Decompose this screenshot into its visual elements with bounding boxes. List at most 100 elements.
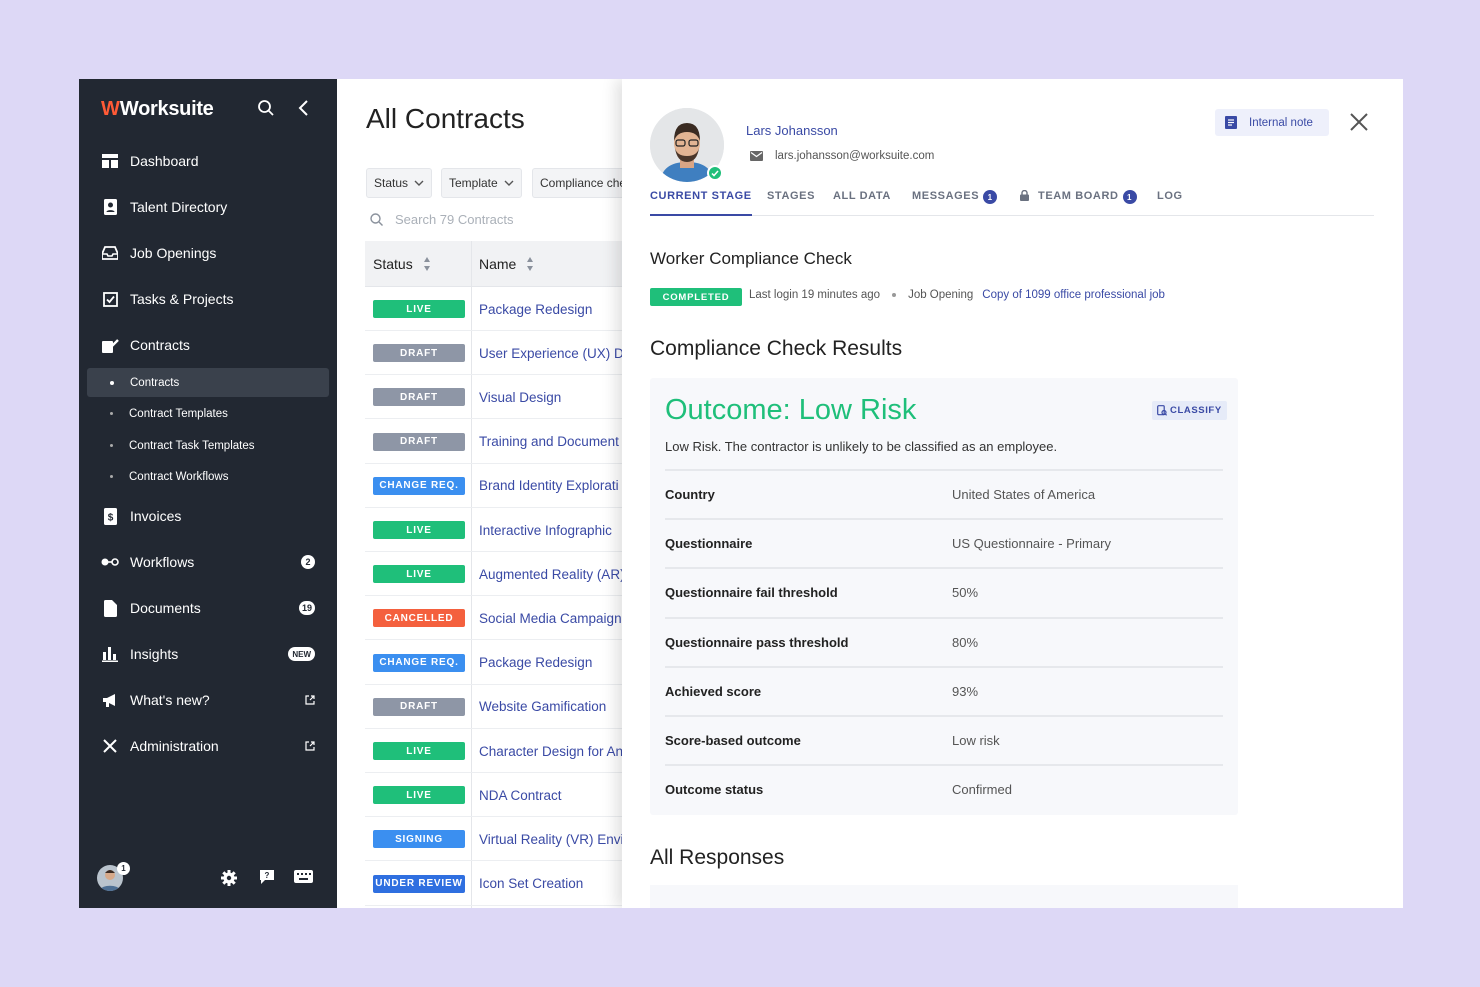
contract-name-link[interactable]: Icon Set Creation	[479, 862, 629, 906]
results-title: Compliance Check Results	[650, 337, 903, 360]
status-filter[interactable]: Status	[366, 168, 433, 198]
sort-icon	[527, 257, 534, 271]
subnav-contract-workflows[interactable]: Contract Workflows	[87, 462, 329, 491]
table-row[interactable]: LIVE Augmented Reality (AR)	[365, 552, 629, 597]
internal-note-button[interactable]: Internal note	[1215, 109, 1329, 136]
tab-label: MESSAGES	[912, 190, 980, 202]
contract-name-link[interactable]: Website Gamification	[479, 685, 629, 729]
verified-check-icon	[707, 165, 723, 181]
nav-documents[interactable]: Documents 19	[101, 596, 315, 620]
external-link-icon	[305, 695, 315, 705]
contract-name-link[interactable]: Augmented Reality (AR)	[479, 552, 629, 596]
count-badge: 1	[1122, 190, 1137, 204]
detail-row: Country United States of America	[665, 469, 1223, 518]
contract-name-link[interactable]: Brand Identity Explorati	[479, 464, 629, 508]
search-icon[interactable]	[257, 99, 275, 117]
nav-job-openings[interactable]: Job Openings	[101, 241, 315, 265]
status-badge: LIVE	[373, 300, 465, 318]
table-row[interactable]: UNDER REVIEW Icon Set Creation	[365, 862, 627, 906]
help-chat-icon[interactable]: ?	[259, 869, 275, 885]
table-row[interactable]: CANCELLED Social Media Campaign	[365, 596, 629, 641]
classify-button[interactable]: CLASSIFY	[1152, 401, 1227, 420]
nav-invoices[interactable]: $ Invoices	[101, 504, 315, 528]
table-row[interactable]: DRAFT Training and Document	[365, 420, 627, 464]
tab-messages[interactable]: MESSAGES 1	[912, 186, 998, 216]
page-title: All Contracts	[366, 103, 525, 134]
nav-contracts[interactable]: Contracts	[101, 333, 315, 357]
outcome-description: Low Risk. The contractor is unlikely to …	[665, 439, 1058, 454]
table-row[interactable]: DRAFT Visual Design	[365, 375, 629, 420]
nav-dashboard[interactable]: Dashboard	[101, 149, 315, 173]
keyboard-icon[interactable]	[294, 870, 313, 883]
contract-name-link[interactable]: Character Design for An	[479, 729, 629, 773]
contracts-search[interactable]: Search 79 Contracts	[370, 212, 514, 227]
nav-whats-new[interactable]: What's new?	[101, 688, 315, 712]
worksuite-logo[interactable]: W Worksuite	[101, 97, 214, 121]
column-header-name[interactable]: Name	[479, 241, 534, 287]
table-row[interactable]: DRAFT User Experience (UX) De	[365, 331, 629, 376]
nav-tasks-projects[interactable]: Tasks & Projects	[101, 287, 315, 311]
contract-name-link[interactable]: Virtual Reality (VR) Envir	[479, 817, 629, 861]
nav-label: Contracts	[130, 337, 190, 353]
nav-talent-directory[interactable]: Talent Directory	[101, 195, 315, 219]
nav-workflows[interactable]: Workflows 2	[101, 550, 315, 574]
contract-name-link[interactable]: Social Media Campaign	[479, 596, 629, 640]
table-row[interactable]: LIVE Interactive Infographic	[365, 508, 627, 552]
table-row[interactable]: CHANGE REQ. Package Redesign	[365, 641, 627, 685]
outcome-heading: Outcome: Low Risk	[665, 394, 917, 426]
contract-name-link[interactable]: Package Redesign	[479, 287, 629, 331]
mail-icon	[750, 151, 763, 161]
last-login-text: Last login 19 minutes ago	[749, 289, 881, 301]
job-opening-link[interactable]: Copy of 1099 office professional job	[982, 289, 1165, 301]
column-header-status[interactable]: Status	[373, 241, 431, 287]
subnav-contract-templates[interactable]: Contract Templates	[87, 399, 329, 428]
contract-name-link[interactable]: User Experience (UX) De	[479, 331, 629, 375]
subnav-contract-task-templates[interactable]: Contract Task Templates	[87, 431, 329, 460]
status-badge: DRAFT	[373, 344, 465, 363]
new-badge: NEW	[288, 647, 315, 661]
collapse-sidebar-icon[interactable]	[296, 98, 312, 118]
tab-stages[interactable]: STAGES	[767, 186, 815, 216]
table-row[interactable]: SIGNING Virtual Reality (VR) Envir	[365, 817, 629, 862]
detail-label: Achieved score	[665, 683, 762, 699]
compliance-filter[interactable]: Compliance che	[532, 168, 627, 198]
bullet-icon	[110, 380, 114, 385]
detail-value: US Questionnaire - Primary	[952, 536, 1111, 552]
nav-label: Invoices	[130, 508, 182, 524]
tab-label: TEAM BOARD	[1038, 190, 1119, 202]
detail-value: 80%	[952, 634, 979, 650]
tab-label: CURRENT STAGE	[650, 190, 752, 202]
table-row[interactable]: LIVE NDA Contract	[365, 773, 629, 818]
contract-name-link[interactable]: NDA Contract	[479, 773, 629, 817]
gear-icon[interactable]	[220, 869, 238, 887]
template-filter[interactable]: Template	[441, 168, 522, 198]
close-icon[interactable]	[1349, 112, 1369, 132]
contract-name-link[interactable]: Training and Document	[479, 420, 629, 464]
nav-administration[interactable]: Administration	[101, 734, 315, 758]
subnav-label: Contract Workflows	[129, 470, 229, 483]
megaphone-icon	[101, 691, 119, 709]
table-row[interactable]: LIVE Character Design for An	[365, 729, 627, 773]
contract-detail-panel: Lars Johansson lars.johansson@worksuite.…	[622, 79, 1403, 908]
tab-log[interactable]: LOG	[1157, 186, 1183, 216]
status-badge: LIVE	[373, 742, 465, 760]
table-row[interactable]: DRAFT Website Gamification	[365, 685, 627, 729]
subnav-contracts[interactable]: Contracts	[87, 368, 329, 397]
detail-row: Achieved score 93%	[665, 665, 1223, 715]
contract-name-link[interactable]: Package Redesign	[479, 641, 629, 685]
detail-value: Confirmed	[952, 782, 1012, 798]
column-label: Status	[373, 256, 413, 272]
tab-current-stage[interactable]: CURRENT STAGE	[650, 186, 752, 216]
tab-all-data[interactable]: ALL DATA	[833, 186, 891, 216]
nav-insights[interactable]: Insights NEW	[101, 642, 315, 666]
table-row[interactable]: CHANGE REQ. Brand Identity Explorati	[365, 464, 627, 508]
contract-name-link[interactable]: Interactive Infographic	[479, 508, 629, 552]
status-badge: DRAFT	[373, 432, 465, 451]
worker-name-link[interactable]: Lars Johansson	[746, 123, 838, 138]
nav-label: What's new?	[130, 692, 210, 708]
table-header: Status Name	[365, 241, 627, 287]
contract-name-link[interactable]: Visual Design	[479, 375, 629, 419]
table-row[interactable]: LIVE Package Redesign	[365, 287, 627, 331]
tab-team-board[interactable]: TEAM BOARD 1	[1020, 186, 1137, 216]
svg-text:?: ?	[265, 871, 270, 880]
